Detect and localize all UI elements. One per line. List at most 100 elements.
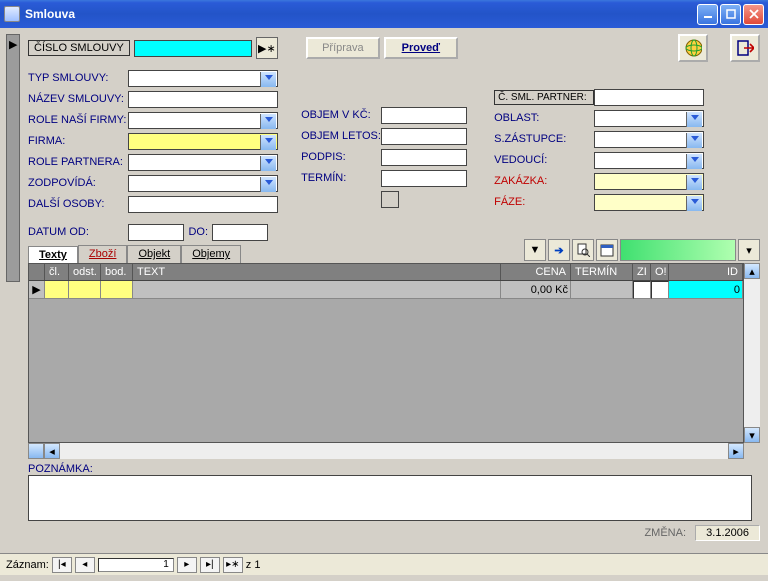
nav-next-button[interactable]: ▸ (177, 557, 197, 573)
tab-texty[interactable]: Texty (28, 246, 78, 264)
scroll-up-icon[interactable]: ▴ (744, 263, 760, 279)
objem-letos-input[interactable] (381, 128, 467, 145)
grid-vertical-scrollbar[interactable]: ▴ ▾ (744, 263, 760, 443)
scroll-right-icon[interactable]: ▸ (728, 443, 744, 459)
termin-input[interactable] (381, 170, 467, 187)
typ-label: TYP SMLOUVY: (28, 72, 128, 84)
poznamka-label: POZNÁMKA: (28, 463, 760, 475)
cell-termin[interactable] (571, 281, 633, 299)
exit-icon (736, 38, 754, 58)
zaznam-label: Záznam: (6, 559, 49, 571)
do-label: DO: (184, 226, 212, 238)
preview-button[interactable] (572, 239, 594, 261)
goto-record-button[interactable]: ▶∗ (256, 37, 278, 59)
col-bod[interactable]: bod. (101, 264, 133, 280)
cell-zi-checkbox[interactable] (633, 281, 651, 299)
nav-first-button[interactable]: |◂ (52, 557, 72, 573)
objem-kc-input[interactable] (381, 107, 467, 124)
exit-button[interactable] (730, 34, 760, 62)
green-status-box[interactable] (620, 239, 736, 261)
zodpovida-label: ZODPOVÍDÁ: (28, 177, 128, 189)
role-partnera-label: ROLE PARTNERA: (28, 156, 128, 168)
calendar-icon (600, 243, 614, 257)
typ-smlouvy-combo[interactable] (128, 70, 278, 87)
app-icon (4, 6, 20, 22)
cell-bod[interactable] (101, 281, 133, 299)
col-odst[interactable]: odst. (69, 264, 101, 280)
role-nasi-combo[interactable] (128, 112, 278, 129)
tab-objekt[interactable]: Objekt (127, 245, 181, 263)
close-button[interactable] (743, 4, 764, 25)
col-ot[interactable]: O! (651, 264, 669, 280)
col-termin[interactable]: TERMÍN (571, 264, 633, 280)
grid-horizontal-scrollbar[interactable]: ◂ ▸ (44, 443, 744, 459)
col-id[interactable]: ID (669, 264, 743, 280)
tab-objemy[interactable]: Objemy (181, 245, 241, 263)
scroll-left-icon[interactable]: ◂ (44, 443, 60, 459)
datum-do-input[interactable] (212, 224, 268, 241)
podpis-label: PODPIS: (301, 151, 381, 163)
col-cena[interactable]: CENA (501, 264, 571, 280)
proved-button[interactable]: Proveď (384, 37, 458, 59)
faze-label: FÁZE: (494, 196, 594, 208)
current-record-arrow-icon: ▶ (9, 38, 17, 51)
grid-row[interactable]: ▶ 0,00 Kč 0 (29, 281, 743, 299)
faze-combo[interactable] (594, 194, 704, 211)
grid-nav-first[interactable] (28, 443, 44, 459)
form-body: ▶ ČÍSLO SMLOUVY ▶∗ Příprava Proveď TYP S… (0, 28, 768, 553)
zakazka-label: ZAKÁZKA: (494, 175, 594, 187)
nav-prev-button[interactable]: ◂ (75, 557, 95, 573)
record-total: z 1 (246, 559, 261, 571)
zakazka-combo[interactable] (594, 173, 704, 190)
cell-odst[interactable] (69, 281, 101, 299)
nazev-smlouvy-input[interactable] (128, 91, 278, 108)
record-selector-bar[interactable] (6, 34, 20, 282)
cislo-smlouvy-label: ČÍSLO SMLOUVY (28, 40, 130, 56)
vedouci-label: VEDOUCÍ: (494, 154, 594, 166)
magnifier-icon (576, 243, 590, 257)
c-sml-partner-input[interactable] (594, 89, 704, 106)
nav-last-button[interactable]: ▸| (200, 557, 220, 573)
minimize-button[interactable] (697, 4, 718, 25)
grid-container: čl. odst. bod. TEXT CENA TERMÍN ZI O! ID… (28, 263, 760, 459)
podpis-input[interactable] (381, 149, 467, 166)
cell-id[interactable]: 0 (669, 281, 743, 299)
oblast-label: OBLAST: (494, 112, 594, 124)
calendar-button[interactable] (596, 239, 618, 261)
goto-button[interactable]: ➔ (548, 239, 570, 261)
cell-text[interactable] (133, 281, 501, 299)
oblast-combo[interactable] (594, 110, 704, 127)
maximize-button[interactable] (720, 4, 741, 25)
nav-new-button[interactable]: ▸∗ (223, 557, 243, 573)
status-bar: Záznam: |◂ ◂ 1 ▸ ▸| ▸∗ z 1 (0, 553, 768, 575)
poznamka-textarea[interactable] (28, 475, 752, 521)
cell-cena[interactable]: 0,00 Kč (501, 281, 571, 299)
dropdown2-button[interactable]: ▾ (738, 239, 760, 261)
col-text[interactable]: TEXT (133, 264, 501, 280)
record-number[interactable]: 1 (98, 558, 174, 572)
cell-cl[interactable] (45, 281, 69, 299)
cell-ot-checkbox[interactable] (651, 281, 669, 299)
dropdown-button[interactable]: ▼ (524, 239, 546, 261)
zodpovida-combo[interactable] (128, 175, 278, 192)
objem-kc-label: OBJEM V KČ: (301, 109, 381, 121)
role-partnera-combo[interactable] (128, 154, 278, 171)
globe-button[interactable] (678, 34, 708, 62)
scroll-down-icon[interactable]: ▾ (744, 427, 760, 443)
globe-icon (684, 38, 702, 58)
cislo-smlouvy-input[interactable] (134, 40, 252, 57)
szastupce-label: S.ZÁSTUPCE: (494, 133, 594, 145)
col-cl[interactable]: čl. (45, 264, 69, 280)
datum-od-input[interactable] (128, 224, 184, 241)
zmena-date: 3.1.2006 (695, 525, 760, 541)
tab-zbozi[interactable]: Zboží (78, 245, 128, 263)
termin-checkbox[interactable] (381, 191, 399, 208)
vedouci-combo[interactable] (594, 152, 704, 169)
dalsi-osoby-input[interactable] (128, 196, 278, 213)
szastupce-combo[interactable] (594, 131, 704, 148)
role-nasi-label: ROLE NAŠÍ FIRMY: (28, 114, 128, 126)
c-sml-partner-label: Č. SML. PARTNER: (494, 90, 594, 105)
nazev-label: NÁZEV SMLOUVY: (28, 93, 128, 105)
col-zi[interactable]: ZI (633, 264, 651, 280)
firma-combo[interactable] (128, 133, 278, 150)
